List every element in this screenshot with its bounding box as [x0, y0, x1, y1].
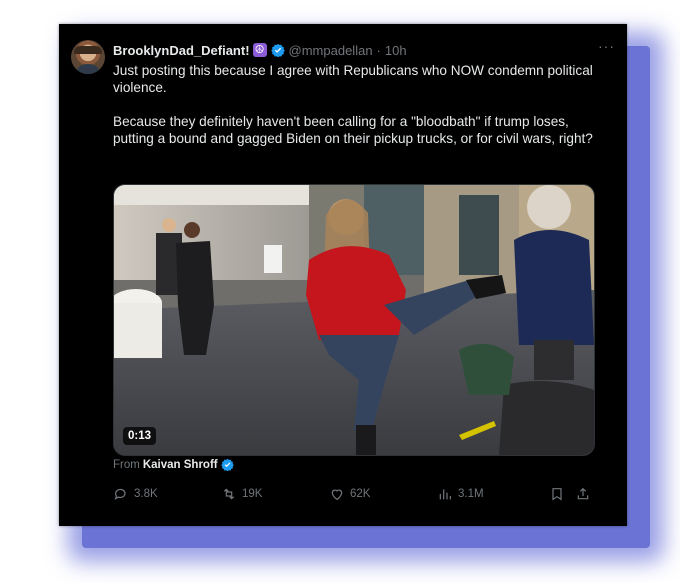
tweet-card[interactable]: BrooklynDad_Defiant! ☮ @mmpadellan · 10h…: [59, 24, 627, 526]
tweet-text: Just posting this because I agree with R…: [113, 63, 593, 146]
share-button[interactable]: [575, 486, 596, 502]
bookmark-icon: [552, 488, 562, 501]
tweet-header: BrooklynDad_Defiant! ☮ @mmpadellan · 10h: [113, 41, 615, 59]
repost-count: 19K: [242, 488, 263, 500]
from-label: From: [113, 458, 140, 471]
verified-badge-icon: [220, 458, 234, 471]
action-bar: 3.8K 19K 62K 3.1M: [113, 484, 593, 504]
handle[interactable]: @mmpadellan: [289, 43, 373, 58]
like-count: 62K: [350, 488, 371, 500]
from-name[interactable]: Kaivan Shroff: [143, 459, 218, 471]
bookmark-button[interactable]: [549, 486, 570, 502]
separator: ·: [376, 42, 381, 58]
reply-button[interactable]: 3.8K: [113, 486, 158, 502]
reply-count: 3.8K: [134, 488, 158, 500]
share-icon: [577, 487, 589, 500]
video-duration: 0:13: [123, 427, 157, 445]
video-frame: [114, 185, 594, 455]
peace-emoji-icon: ☮: [252, 43, 267, 57]
timestamp[interactable]: 10h: [385, 43, 407, 58]
video-player[interactable]: 0:13: [113, 184, 595, 456]
more-icon[interactable]: ···: [598, 38, 615, 54]
media-attribution: From Kaivan Shroff: [113, 458, 234, 471]
repost-button[interactable]: 19K: [221, 486, 262, 502]
reply-icon: [114, 488, 126, 500]
views-button[interactable]: 3.1M: [437, 486, 484, 502]
avatar[interactable]: [71, 40, 105, 74]
verified-badge-icon: [270, 43, 285, 57]
like-icon: [331, 489, 343, 501]
display-name[interactable]: BrooklynDad_Defiant!: [113, 43, 250, 58]
repost-icon: [223, 488, 235, 500]
views-icon: [439, 489, 451, 500]
view-count: 3.1M: [458, 488, 484, 500]
like-button[interactable]: 62K: [329, 486, 370, 502]
